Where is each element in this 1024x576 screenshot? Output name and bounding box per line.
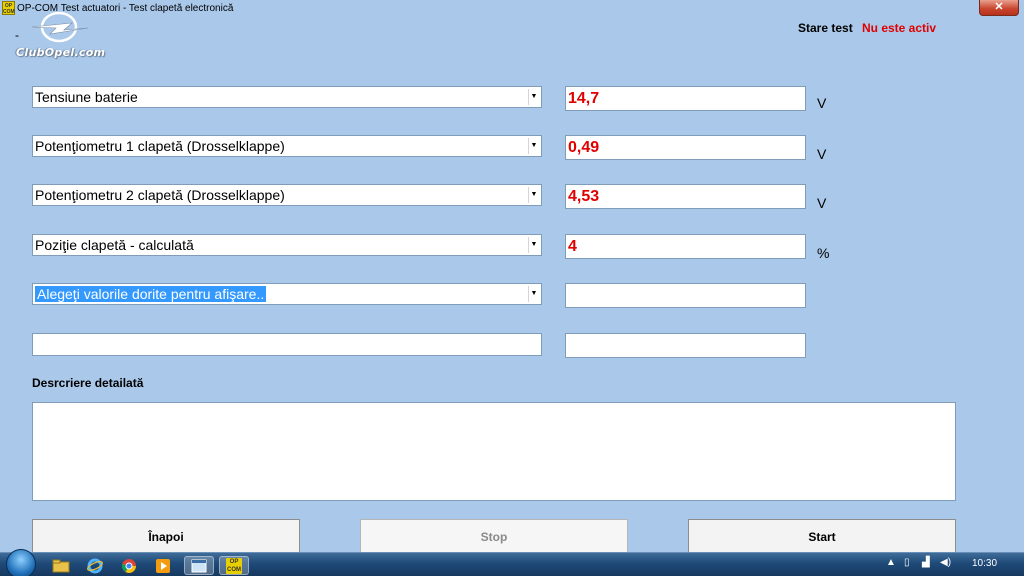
chevron-down-icon[interactable]: ▼ <box>528 286 539 302</box>
windows-start-icon[interactable] <box>6 549 36 576</box>
parameter-value-5 <box>565 283 806 308</box>
chevron-down-icon[interactable]: ▼ <box>528 89 539 105</box>
description-area[interactable] <box>32 402 956 501</box>
stop-button[interactable]: Stop <box>360 519 628 555</box>
status-label: Stare test <box>798 21 853 35</box>
ie-icon[interactable] <box>80 556 110 575</box>
close-button[interactable]: ✕ <box>979 0 1019 16</box>
tray-expand-icon[interactable]: ▲ <box>886 557 896 568</box>
taskbar: OP COM ▲ ▯ ▟ ◀) 10:30 <box>0 549 1024 576</box>
media-player-icon[interactable] <box>148 556 178 575</box>
chevron-down-icon[interactable]: ▼ <box>528 187 539 203</box>
parameter-select-1[interactable]: Tensiune baterie ▼ <box>32 86 542 108</box>
status-value: Nu este activ <box>862 21 937 35</box>
battery-icon[interactable]: ▯ <box>904 557 910 568</box>
chevron-down-icon[interactable]: ▼ <box>528 237 539 253</box>
logo-text: ClubOpel.com <box>16 46 106 59</box>
parameter-select-5[interactable]: Alegeţi valorile dorite pentru afişare..… <box>32 283 542 305</box>
network-icon[interactable]: ▟ <box>922 557 930 568</box>
parameter-select-text: Potenţiometru 1 clapetă (Drosselklappe) <box>35 138 285 154</box>
parameter-select-text: Poziţie clapetă - calculată <box>35 237 194 253</box>
parameter-unit-2: V <box>817 146 827 162</box>
opcom-taskbar-button[interactable]: OP COM <box>219 556 249 575</box>
back-button[interactable]: Înapoi <box>32 519 300 555</box>
opel-logo: ClubOpel.com <box>14 10 114 64</box>
opcom-window-icon[interactable] <box>184 556 214 575</box>
start-button[interactable]: Start <box>688 519 956 555</box>
title-bar: OP COM OP-COM Test actuatori - Test clap… <box>0 0 1024 17</box>
opel-blitz-icon <box>31 11 89 43</box>
parameter-select-text: Tensiune baterie <box>35 89 138 105</box>
chevron-down-icon[interactable]: ▼ <box>528 138 539 154</box>
clock[interactable]: 10:30 <box>972 558 997 569</box>
parameter-value-1: 14,7 <box>565 86 806 111</box>
chrome-icon[interactable] <box>114 556 144 575</box>
parameter-select-2[interactable]: Potenţiometru 1 clapetă (Drosselklappe) … <box>32 135 542 157</box>
parameter-select-text: Alegeţi valorile dorite pentru afişare.. <box>35 286 267 302</box>
parameter-value-3: 4,53 <box>565 184 806 209</box>
opcom-app-icon: OP COM <box>226 558 242 574</box>
parameter-select-text: Potenţiometru 2 clapetă (Drosselklappe) <box>35 187 285 203</box>
folder-icon[interactable] <box>46 556 76 575</box>
parameter-select-3[interactable]: Potenţiometru 2 clapetă (Drosselklappe) … <box>32 184 542 206</box>
parameter-unit-3: V <box>817 195 827 211</box>
volume-icon[interactable]: ◀) <box>940 557 951 568</box>
empty-field-left[interactable] <box>32 333 542 356</box>
parameter-value-2: 0,49 <box>565 135 806 160</box>
parameter-select-4[interactable]: Poziţie clapetă - calculată ▼ <box>32 234 542 256</box>
description-label: Desrcriere detailată <box>32 376 144 390</box>
empty-field-right <box>565 333 806 358</box>
parameter-unit-4: % <box>817 245 830 261</box>
parameter-unit-1: V <box>817 95 827 111</box>
close-icon: ✕ <box>994 1 1004 13</box>
parameter-value-4: 4 <box>565 234 806 259</box>
